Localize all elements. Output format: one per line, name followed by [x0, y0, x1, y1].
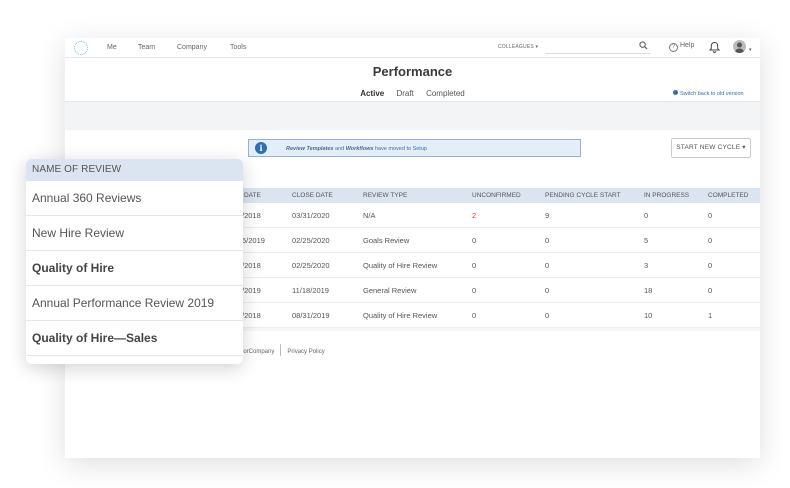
start-new-cycle-button[interactable]: START NEW CYCLE ▾	[671, 138, 751, 158]
cell-close-date: 03/31/2020	[292, 211, 330, 220]
col-pending-cycle-start[interactable]: PENDING CYCLE START	[545, 192, 621, 199]
tab-active[interactable]: Active	[360, 89, 384, 98]
review-name-item[interactable]: Annual Performance Review 2019	[26, 286, 243, 321]
question-icon: ?	[669, 43, 678, 52]
col-review-type[interactable]: REVIEW TYPE	[363, 192, 407, 199]
cell-in-progress: 18	[644, 286, 653, 295]
help-link[interactable]: ? Help	[669, 42, 694, 52]
cell-completed: 0	[708, 236, 713, 245]
cell-review-type: Quality of Hire Review	[363, 311, 438, 320]
search-icon[interactable]	[639, 41, 648, 52]
logo-icon[interactable]	[74, 41, 88, 55]
cell-completed: 0	[708, 211, 713, 220]
cell-review-type: Quality of Hire Review	[363, 261, 438, 270]
switch-version-label: Switch back to old version	[680, 91, 744, 97]
cell-unconfirmed: 0	[472, 286, 477, 295]
privacy-policy-link[interactable]: Privacy Policy	[287, 349, 324, 355]
cell-completed: 0	[708, 261, 713, 270]
help-label: Help	[680, 42, 695, 49]
nav-tools[interactable]: Tools	[230, 44, 246, 51]
cell-unconfirmed[interactable]: 2	[472, 211, 476, 220]
cell-close-date: 02/25/2020	[292, 261, 330, 270]
cell-pending: 0	[545, 286, 550, 295]
footer-divider	[280, 344, 282, 356]
banner-templates: Review Templates	[286, 146, 334, 152]
chevron-down-icon[interactable]: ▾	[749, 47, 752, 53]
nav-me[interactable]: Me	[107, 44, 117, 51]
info-banner: i Review Templates and Workflows have mo…	[248, 139, 581, 157]
footer: eorCompany Privacy Policy	[240, 344, 325, 356]
col-unconfirmed[interactable]: UNCONFIRMED	[472, 192, 521, 199]
cell-date: 5/2019	[242, 236, 265, 245]
banner-moved: have moved to	[373, 146, 413, 152]
cell-in-progress: 0	[644, 211, 649, 220]
setup-link[interactable]: Setup	[413, 146, 427, 152]
switch-version-link[interactable]: Switch back to old version	[673, 90, 744, 97]
cell-close-date: 11/18/2019	[292, 286, 329, 295]
cell-date: /2018	[242, 211, 261, 220]
col-date[interactable]: DATE	[244, 192, 261, 199]
cell-unconfirmed: 0	[472, 311, 477, 320]
cell-pending: 0	[545, 236, 550, 245]
cell-review-type: General Review	[363, 286, 417, 295]
top-nav: Me Team Company Tools COLLEAGUES ▾ ? Help…	[65, 38, 760, 58]
review-name-card: NAME OF REVIEW Annual 360 Reviews New Hi…	[26, 159, 243, 364]
cell-close-date: 08/31/2019	[292, 311, 330, 320]
banner-workflows: Workflows	[345, 146, 374, 152]
nav-team[interactable]: Team	[138, 44, 155, 51]
cell-review-type: Goals Review	[363, 236, 410, 245]
info-dot-icon	[673, 90, 678, 95]
footer-company: eorCompany	[240, 349, 275, 355]
review-name-item[interactable]: Quality of Hire—Sales	[26, 321, 243, 356]
cell-date: /2018	[242, 261, 261, 270]
info-icon: i	[255, 142, 267, 154]
col-in-progress[interactable]: IN PROGRESS	[644, 192, 689, 199]
search-input[interactable]	[545, 41, 651, 54]
review-name-item[interactable]: Quality of Hire	[26, 251, 243, 286]
cell-in-progress: 3	[644, 261, 649, 270]
cell-completed: 0	[708, 286, 713, 295]
page-title: Performance	[372, 64, 453, 79]
review-name-item[interactable]: New Hire Review	[26, 216, 243, 251]
review-name-item[interactable]: Annual 360 Reviews	[26, 181, 243, 216]
cell-pending: 9	[545, 211, 550, 220]
cell-review-type: N/A	[363, 211, 376, 220]
cell-date: /2018	[242, 311, 261, 320]
banner-text: Review Templates and Workflows have move…	[286, 146, 427, 152]
nav-company[interactable]: Company	[177, 44, 207, 51]
cell-date: /2019	[242, 286, 261, 295]
cell-in-progress: 5	[644, 236, 649, 245]
bell-icon[interactable]	[708, 41, 721, 55]
colleagues-dropdown[interactable]: COLLEAGUES ▾	[498, 44, 538, 50]
card-header: NAME OF REVIEW	[26, 159, 243, 181]
cell-unconfirmed: 0	[472, 261, 477, 270]
col-close-date[interactable]: CLOSE DATE	[292, 192, 333, 199]
title-bar: Performance Active Draft Completed Switc…	[65, 58, 760, 102]
tab-draft[interactable]: Draft	[396, 89, 413, 98]
banner-and: and	[333, 146, 346, 152]
avatar[interactable]	[733, 40, 746, 53]
cell-close-date: 02/25/2020	[292, 236, 330, 245]
tab-completed[interactable]: Completed	[426, 89, 465, 98]
col-completed[interactable]: COMPLETED	[708, 192, 748, 199]
cell-in-progress: 10	[644, 311, 653, 320]
cell-completed: 1	[708, 311, 713, 320]
cell-unconfirmed: 0	[472, 236, 477, 245]
cell-pending: 0	[545, 261, 550, 270]
toolbar-band	[65, 102, 760, 130]
cell-pending: 0	[545, 311, 550, 320]
status-tabs: Active Draft Completed	[65, 89, 760, 98]
